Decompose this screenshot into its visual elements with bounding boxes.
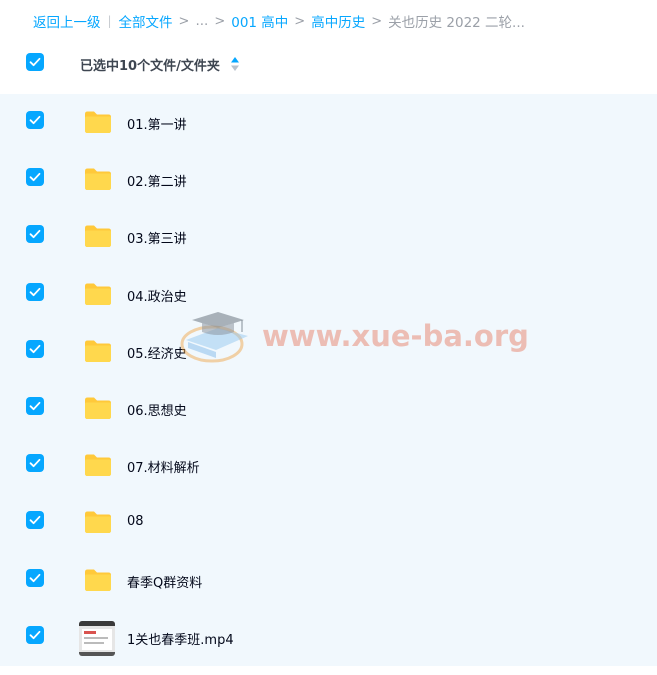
row-checkbox[interactable] <box>26 396 44 415</box>
file-name[interactable]: 06.思想史 <box>127 400 187 419</box>
file-row[interactable]: 06.思想史 <box>0 380 657 437</box>
row-checkbox[interactable] <box>26 568 44 587</box>
breadcrumb-all-files-link[interactable]: 全部文件 <box>119 11 173 31</box>
row-checkbox[interactable] <box>26 625 44 644</box>
list-header: 已选中10个文件/文件夹 <box>0 46 657 82</box>
chevron-right-icon: > <box>214 13 226 29</box>
selection-count-label: 已选中10个文件/文件夹 <box>80 59 220 74</box>
file-row[interactable]: 1关也春季班.mp4 <box>0 609 657 666</box>
file-row[interactable]: 01.第一讲 <box>0 94 657 151</box>
folder-icon <box>84 339 112 363</box>
video-thumbnail[interactable] <box>79 620 115 656</box>
file-name[interactable]: 春季Q群资料 <box>127 572 202 591</box>
breadcrumb-ellipsis[interactable]: ... <box>195 13 208 29</box>
file-name[interactable]: 1关也春季班.mp4 <box>127 629 234 648</box>
select-all-checkbox[interactable] <box>26 53 44 71</box>
chevron-right-icon: > <box>178 13 190 29</box>
row-checkbox[interactable] <box>26 511 44 530</box>
file-row[interactable]: 07.材料解析 <box>0 437 657 494</box>
file-name[interactable]: 02.第二讲 <box>127 171 187 190</box>
file-list: 01.第一讲 02.第二讲 03.第三讲 04.政治史 05.经济史 06.思想史 07.材… <box>0 94 657 666</box>
breadcrumb-level2-link[interactable]: 高中历史 <box>311 11 365 31</box>
row-checkbox[interactable] <box>26 225 44 244</box>
file-row[interactable]: 03.第三讲 <box>0 208 657 265</box>
chevron-right-icon: > <box>371 13 383 29</box>
breadcrumb-current: 关也历史 2022 二轮... <box>388 15 525 31</box>
folder-icon <box>84 396 112 420</box>
row-checkbox[interactable] <box>26 282 44 301</box>
breadcrumb: 返回上一级 | 全部文件 > ... > 001 高中 > 高中历史 > 关也历… <box>33 11 525 31</box>
breadcrumb-back-link[interactable]: 返回上一级 <box>33 11 101 31</box>
folder-icon <box>84 282 112 306</box>
row-checkbox[interactable] <box>26 168 44 187</box>
sort-icon[interactable] <box>230 56 240 72</box>
folder-icon <box>84 568 112 592</box>
folder-icon <box>84 224 112 248</box>
chevron-right-icon: > <box>294 13 306 29</box>
row-checkbox[interactable] <box>26 454 44 473</box>
breadcrumb-divider: | <box>107 14 112 28</box>
folder-icon <box>84 453 112 477</box>
file-row[interactable]: 04.政治史 <box>0 266 657 323</box>
file-name[interactable]: 03.第三讲 <box>127 228 187 247</box>
folder-icon <box>84 167 112 191</box>
file-row[interactable]: 春季Q群资料 <box>0 552 657 609</box>
file-name[interactable]: 01.第一讲 <box>127 114 187 133</box>
row-checkbox[interactable] <box>26 339 44 358</box>
breadcrumb-level1-link[interactable]: 001 高中 <box>231 11 288 31</box>
file-row[interactable]: 05.经济史 <box>0 323 657 380</box>
file-row[interactable]: 08 <box>0 494 657 551</box>
file-manager-page: 返回上一级 | 全部文件 > ... > 001 高中 > 高中历史 > 关也历… <box>0 0 657 675</box>
file-row[interactable]: 02.第二讲 <box>0 151 657 208</box>
file-name[interactable]: 07.材料解析 <box>127 457 200 476</box>
file-name[interactable]: 08 <box>127 514 144 529</box>
file-name[interactable]: 04.政治史 <box>127 286 187 305</box>
file-name[interactable]: 05.经济史 <box>127 343 187 362</box>
folder-icon <box>84 110 112 134</box>
folder-icon <box>84 510 112 534</box>
row-checkbox[interactable] <box>26 111 44 129</box>
